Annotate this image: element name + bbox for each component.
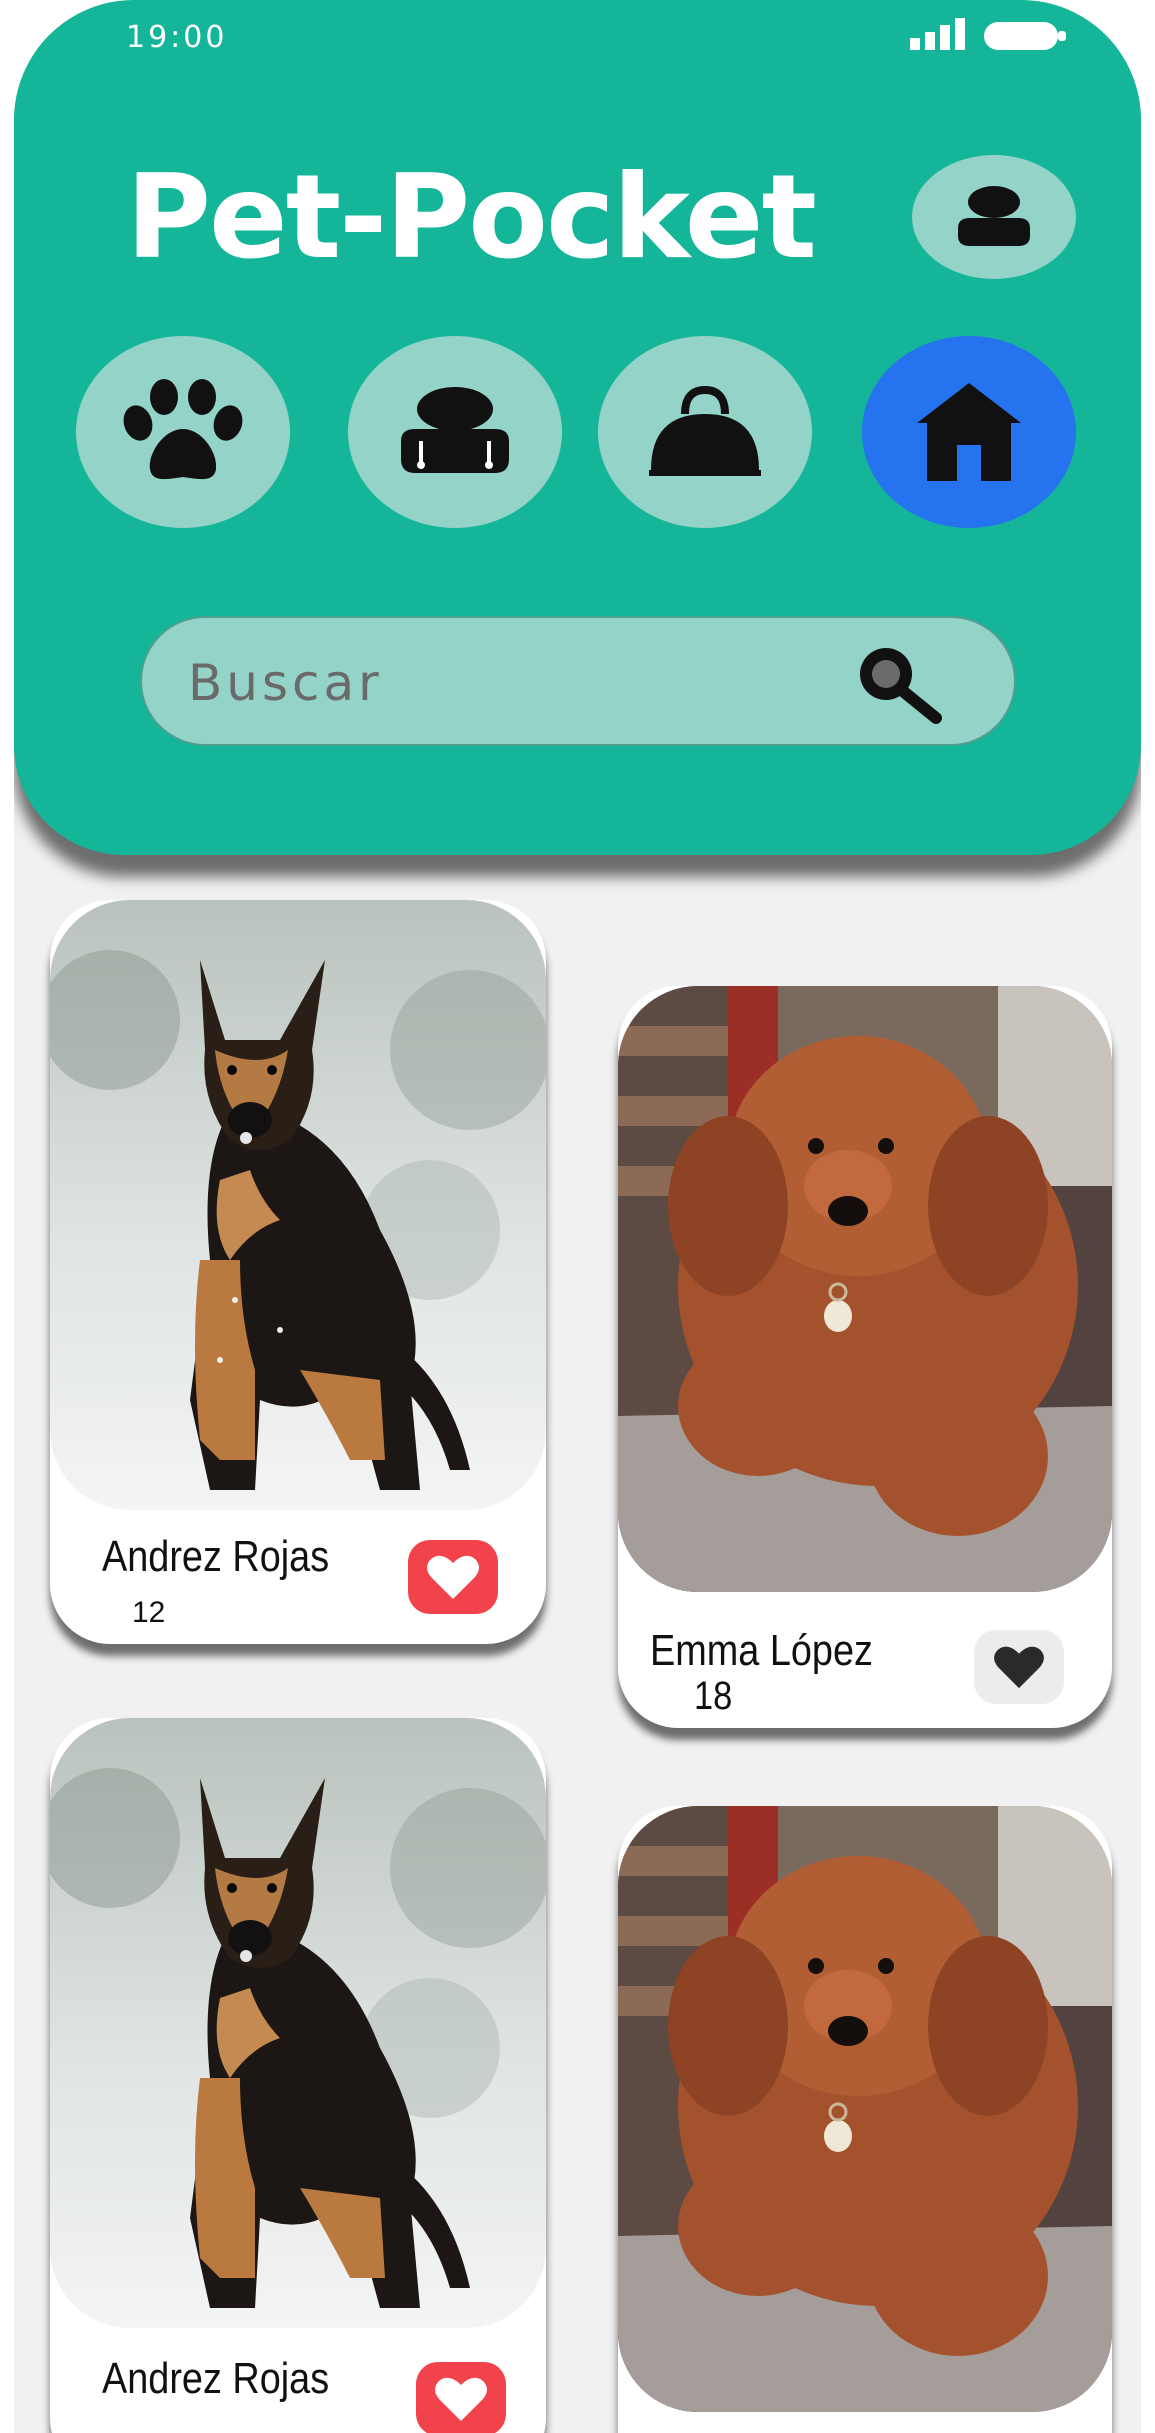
pet-card[interactable]: Andrez Rojas [50, 1718, 546, 2433]
category-paw-button[interactable] [76, 336, 290, 528]
search-bar[interactable]: Buscar [140, 616, 1016, 746]
pet-photo[interactable] [50, 1718, 546, 2328]
pet-photo[interactable] [618, 986, 1112, 1592]
app-screen: 19:00 Pet-Pocket Buscar Andrez Rojas 12 … [14, 0, 1141, 2433]
like-count: 12 [132, 1596, 166, 1629]
app-title: Pet-Pocket [126, 150, 817, 285]
search-icon[interactable] [850, 642, 946, 724]
category-carrier-button[interactable] [598, 336, 812, 528]
doghouse-icon [917, 383, 1021, 481]
signal-icon [910, 18, 965, 50]
german-shepherd-image [50, 900, 546, 1510]
pet-card[interactable]: Andrez Rojas 12 [50, 900, 546, 1644]
category-home-button[interactable] [862, 336, 1076, 528]
battery-icon [984, 22, 1066, 50]
like-count: 18 [694, 1674, 733, 1718]
pet-photo[interactable] [618, 1806, 1112, 2412]
carrier-bag-icon [649, 385, 761, 476]
like-button[interactable] [416, 2362, 506, 2433]
status-time: 19:00 [126, 20, 228, 55]
profile-button[interactable] [912, 155, 1076, 279]
like-button[interactable] [408, 1540, 498, 1614]
search-input[interactable]: Buscar [188, 654, 383, 712]
pet-card[interactable] [618, 1806, 1112, 2433]
german-shepherd-image [50, 1718, 546, 2328]
category-bed-button[interactable] [348, 336, 562, 528]
pet-card[interactable]: Emma López 18 [618, 986, 1112, 1728]
user-icon [958, 186, 1030, 246]
category-bar [76, 336, 1086, 536]
owner-name: Andrez Rojas [102, 1532, 330, 1581]
heart-icon [994, 1646, 1044, 1689]
bed-icon [401, 387, 509, 473]
like-button[interactable] [974, 1630, 1064, 1704]
pet-photo[interactable] [50, 900, 546, 1510]
heart-icon [427, 1555, 479, 1599]
brown-doodle-image [618, 986, 1112, 1592]
paw-icon [123, 379, 243, 480]
heart-icon [435, 2377, 487, 2421]
app-header: 19:00 Pet-Pocket Buscar [14, 0, 1141, 855]
owner-name: Andrez Rojas [102, 2354, 330, 2403]
brown-doodle-image [618, 1806, 1112, 2412]
owner-name: Emma López [650, 1626, 873, 1675]
